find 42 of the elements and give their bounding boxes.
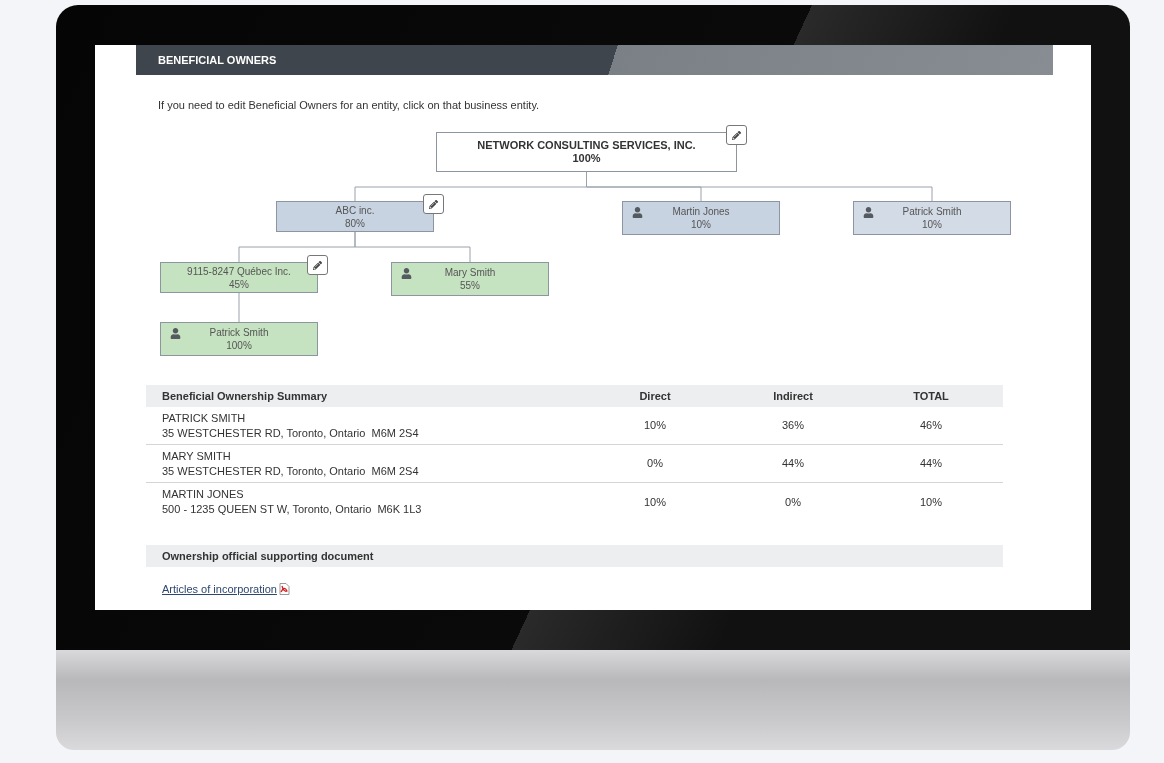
table-cell-text: 10% — [644, 494, 666, 510]
table-cell-text: 10% — [920, 494, 942, 510]
documents-title: Ownership official supporting document — [162, 548, 374, 564]
table-cell-text: 10% — [644, 418, 666, 434]
owner-address: 35 WESTCHESTER RD, Toronto, Ontario M6M 2S4 — [162, 463, 419, 479]
column-header: Direct — [639, 388, 671, 404]
owner-name: MARY SMITH — [162, 448, 231, 464]
entity-node[interactable]: NETWORK CONSULTING SERVICES, INC. 100% — [436, 132, 737, 172]
owner-address: 35 WESTCHESTER RD, Toronto, Ontario M6M 2S4 — [162, 425, 419, 441]
entity-node[interactable]: 9115-8247 Québec Inc. 45% — [160, 262, 318, 293]
owner-node[interactable]: Mary Smith 55% — [391, 262, 549, 296]
table-cell-text: 36% — [782, 418, 804, 434]
table-cell-text: 46% — [920, 418, 942, 434]
pencil-icon — [429, 199, 438, 209]
person-icon — [170, 328, 181, 339]
edit-button[interactable] — [726, 125, 747, 145]
pencil-icon — [732, 130, 741, 140]
table-cell-text: 44% — [920, 456, 942, 472]
edit-button[interactable] — [423, 194, 444, 214]
owner-node[interactable]: Patrick Smith 100% — [160, 322, 318, 356]
owner-node[interactable]: Martin Jones 10% — [622, 201, 780, 235]
person-icon — [632, 207, 643, 218]
pdf-file-icon — [278, 583, 290, 596]
section-title: BENEFICIAL OWNERS — [158, 52, 277, 68]
instructions-text: If you need to edit Beneficial Owners for an entity, click on that business entity. — [158, 98, 541, 112]
document-link[interactable]: Articles of incorporation — [162, 581, 277, 598]
table-cell-text: 44% — [782, 456, 804, 472]
column-header: TOTAL — [913, 388, 949, 404]
table-cell-text: 0% — [785, 494, 801, 510]
owner-name: MARTIN JONES — [162, 487, 244, 502]
person-icon — [863, 207, 874, 218]
entity-node[interactable]: ABC inc. 80% — [276, 201, 434, 232]
owner-address: 500 - 1235 QUEEN ST W, Toronto, Ontario M6K 1L3 — [162, 502, 422, 517]
edit-button[interactable] — [307, 255, 328, 275]
pencil-icon — [313, 260, 322, 270]
column-header: Indirect — [773, 388, 813, 404]
owner-name: PATRICK SMITH — [162, 410, 246, 426]
table-cell-text: 0% — [647, 456, 663, 472]
owner-node[interactable]: Patrick Smith 10% — [853, 201, 1011, 235]
column-header: Beneficial Ownership Summary — [161, 388, 328, 404]
connector-line — [238, 292, 240, 323]
person-icon — [401, 268, 412, 279]
